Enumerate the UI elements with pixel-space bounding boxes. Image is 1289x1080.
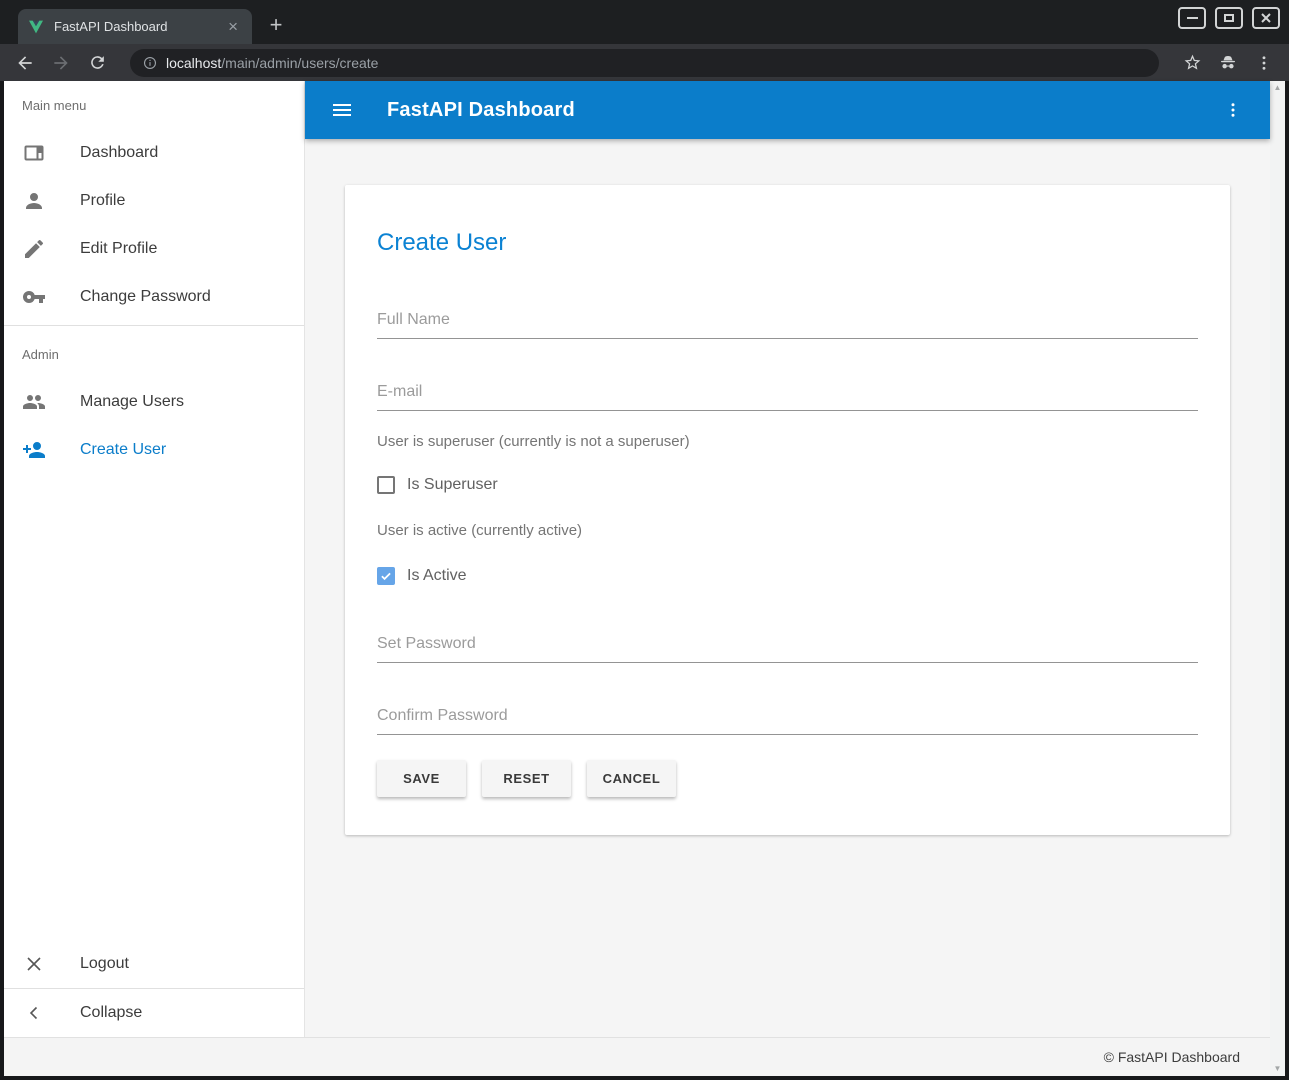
url-path: /main/admin/users/create (221, 55, 378, 71)
hamburger-icon (330, 98, 354, 122)
tab-close-icon[interactable]: × (224, 18, 242, 35)
person-icon (22, 189, 46, 213)
sidebar-item-create-user[interactable]: Create User (4, 426, 304, 474)
site-info-icon[interactable] (142, 55, 158, 71)
copyright-text: © FastAPI Dashboard (1104, 1049, 1240, 1065)
browser-titlebar: FastAPI Dashboard × + (0, 0, 1289, 44)
forward-arrow-icon (51, 53, 71, 73)
new-tab-button[interactable]: + (262, 11, 290, 39)
dashboard-icon (22, 141, 46, 165)
address-bar[interactable]: localhost/main/admin/users/create (130, 49, 1159, 77)
sidebar-item-label: Logout (80, 955, 129, 973)
browser-menu-button[interactable] (1251, 50, 1277, 76)
pencil-icon (22, 237, 46, 261)
sidebar-header-admin: Admin (4, 330, 304, 378)
scroll-down-icon[interactable]: ▼ (1274, 1065, 1282, 1073)
sidebar-item-dashboard[interactable]: Dashboard (4, 129, 304, 177)
main-area: FastAPI Dashboard Create User User is su… (305, 81, 1270, 1037)
sidebar-item-label: Edit Profile (80, 240, 157, 258)
tab-title: FastAPI Dashboard (54, 19, 224, 34)
app-title: FastAPI Dashboard (387, 99, 575, 122)
chevron-left-icon (22, 1001, 46, 1025)
create-user-card: Create User User is superuser (currently… (345, 185, 1230, 835)
app-toolbar: FastAPI Dashboard (305, 81, 1270, 139)
form-actions: SAVE RESET CANCEL (377, 760, 1198, 797)
sidebar-item-edit-profile[interactable]: Edit Profile (4, 225, 304, 273)
reload-icon (88, 53, 107, 72)
checkmark-icon (379, 569, 393, 583)
sidebar-header-main-menu: Main menu (4, 81, 304, 129)
sidebar-item-collapse[interactable]: Collapse (4, 989, 304, 1037)
logout-x-icon (22, 952, 46, 976)
maximize-icon (1224, 14, 1234, 22)
people-icon (22, 390, 46, 414)
close-icon (1260, 12, 1272, 24)
cancel-button[interactable]: CANCEL (587, 760, 676, 797)
is-superuser-checkbox-row[interactable]: Is Superuser (377, 476, 1198, 494)
sidebar-item-label: Change Password (80, 288, 211, 306)
is-superuser-label: Is Superuser (407, 476, 498, 494)
back-arrow-icon (15, 53, 35, 73)
sidebar-item-manage-users[interactable]: Manage Users (4, 378, 304, 426)
email-field[interactable] (377, 381, 1198, 411)
sidebar-spacer (4, 474, 304, 940)
sidebar-item-label: Create User (80, 441, 166, 459)
forward-button[interactable] (48, 50, 74, 76)
page-viewport: Main menu Dashboard Profile Edit Profile (4, 81, 1285, 1076)
sidebar-divider (4, 325, 304, 326)
superuser-help-text: User is superuser (currently is not a su… (377, 433, 1198, 450)
window-controls (1178, 7, 1280, 29)
bookmark-button[interactable] (1179, 50, 1205, 76)
sidebar-item-label: Manage Users (80, 393, 184, 411)
reset-button[interactable]: RESET (482, 760, 571, 797)
set-password-field[interactable] (377, 633, 1198, 663)
kebab-menu-icon (1224, 101, 1242, 119)
sidebar-item-logout[interactable]: Logout (4, 940, 304, 988)
nav-drawer-toggle-button[interactable] (329, 97, 355, 123)
is-active-checkbox-row[interactable]: Is Active (377, 567, 1198, 585)
person-add-icon (22, 438, 46, 462)
is-active-label: Is Active (407, 567, 467, 585)
sidebar-item-label: Dashboard (80, 144, 158, 162)
active-help-text: User is active (currently active) (377, 522, 1198, 539)
is-superuser-checkbox[interactable] (377, 476, 395, 494)
close-window-button[interactable] (1252, 7, 1280, 29)
sidebar-item-profile[interactable]: Profile (4, 177, 304, 225)
incognito-icon (1218, 53, 1238, 73)
maximize-button[interactable] (1215, 7, 1243, 29)
confirm-password-field[interactable] (377, 705, 1198, 735)
app-menu-button[interactable] (1220, 97, 1246, 123)
star-icon (1183, 53, 1202, 72)
reload-button[interactable] (84, 50, 110, 76)
browser-tab[interactable]: FastAPI Dashboard × (18, 9, 252, 44)
sidebar-item-label: Profile (80, 192, 125, 210)
back-button[interactable] (12, 50, 38, 76)
incognito-indicator (1215, 50, 1241, 76)
key-icon (22, 285, 46, 309)
sidebar-item-label: Collapse (80, 1004, 142, 1022)
kebab-menu-icon (1255, 54, 1273, 72)
page-scrollbar[interactable]: ▲ ▼ (1270, 81, 1285, 1076)
full-name-field[interactable] (377, 309, 1198, 339)
url-host: localhost (166, 55, 221, 71)
sidebar-item-change-password[interactable]: Change Password (4, 273, 304, 321)
minimize-button[interactable] (1178, 7, 1206, 29)
vue-favicon-icon (28, 19, 44, 35)
minimize-icon (1187, 17, 1198, 19)
browser-toolbar: localhost/main/admin/users/create (0, 44, 1289, 81)
scroll-up-icon[interactable]: ▲ (1274, 84, 1282, 92)
page-title: Create User (377, 229, 1198, 257)
sidebar: Main menu Dashboard Profile Edit Profile (4, 81, 305, 1037)
is-active-checkbox[interactable] (377, 567, 395, 585)
save-button[interactable]: SAVE (377, 760, 466, 797)
page-footer: © FastAPI Dashboard (4, 1037, 1270, 1076)
